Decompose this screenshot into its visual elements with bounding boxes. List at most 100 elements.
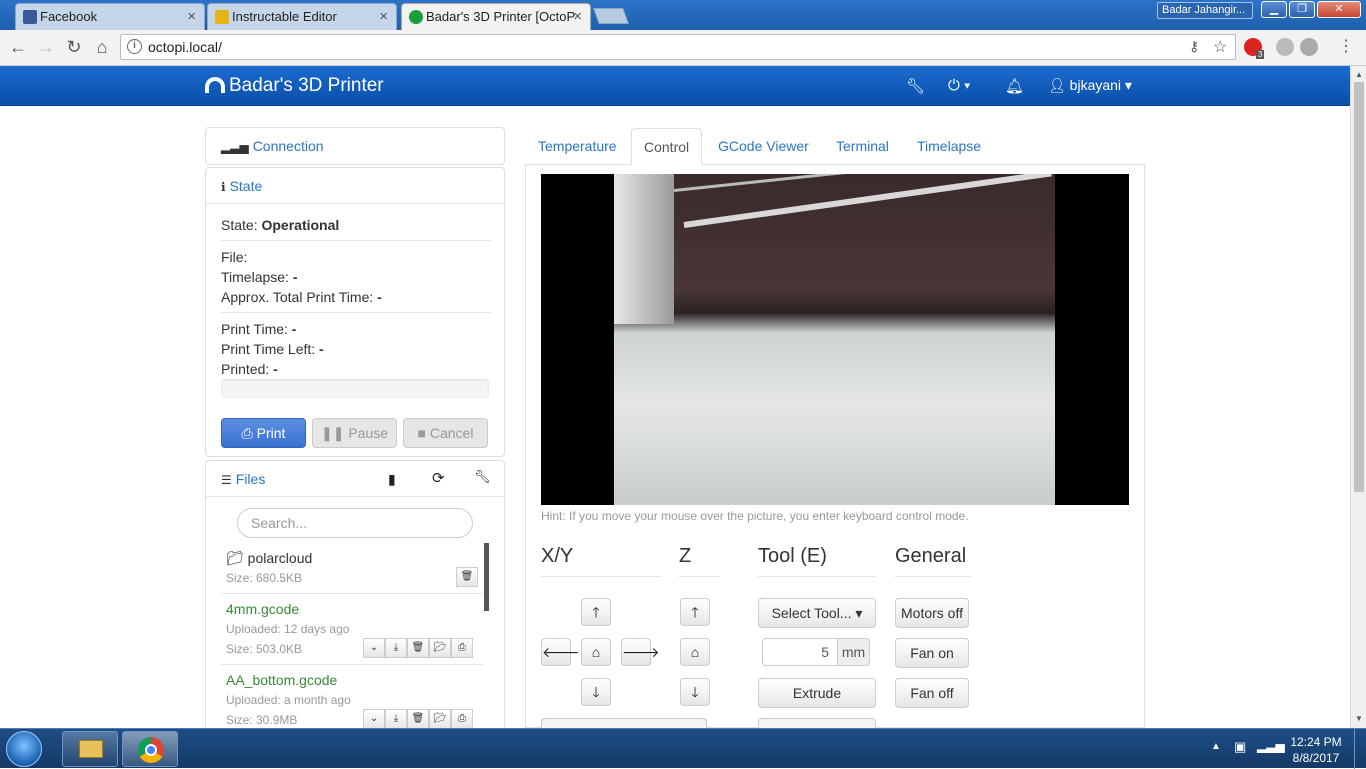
settings-wrench-icon[interactable]: 🔧︎ <box>906 77 925 95</box>
system-clock[interactable]: 12:24 PM 8/8/2017 <box>1284 734 1348 766</box>
file-search-input[interactable]: Search... <box>237 508 473 538</box>
load-icon[interactable]: 📂︎ <box>429 638 451 658</box>
browser-tab-instructables[interactable]: Instructable Editor × <box>207 3 397 30</box>
printed-value: - <box>273 361 278 377</box>
file-name[interactable]: AA_bottom.gcode <box>226 672 337 688</box>
home-z-button[interactable]: ⌂ <box>680 638 710 666</box>
jog-z-plus-button[interactable]: 🡑 <box>680 598 710 626</box>
load-icon[interactable]: 📂︎ <box>429 709 451 728</box>
network-device-icon[interactable]: ▣ <box>1234 739 1246 755</box>
print-icon[interactable]: ⎙ <box>451 638 473 658</box>
tab-temperature[interactable]: Temperature <box>526 128 629 165</box>
cancel-button[interactable]: ■ Cancel <box>403 418 488 448</box>
download-icon[interactable]: ⤓ <box>385 709 407 728</box>
jog-y-plus-button[interactable]: 🡑 <box>581 598 611 626</box>
bookmark-star-icon[interactable]: ☆ <box>1213 37 1227 57</box>
tab-control[interactable]: Control <box>631 128 703 165</box>
back-icon[interactable]: ← <box>6 36 30 58</box>
close-tab-icon[interactable]: × <box>573 8 582 25</box>
fan-on-button[interactable]: Fan on <box>895 638 969 668</box>
profile-button[interactable]: Badar Jahangir... <box>1157 2 1253 19</box>
connection-header[interactable]: ▂▃▅ Connection <box>206 128 504 164</box>
print-button[interactable]: ⎙ Print <box>221 418 306 448</box>
maximize-button[interactable]: ❐ <box>1289 1 1315 18</box>
chrome-button[interactable] <box>122 731 178 767</box>
jog-y-minus-button[interactable]: 🡓 <box>581 678 611 706</box>
delete-icon[interactable]: 🗑︎ <box>407 709 429 728</box>
folder-name[interactable]: 📁︎ polarcloud <box>226 550 312 567</box>
show-hidden-icons[interactable]: ▲ <box>1211 741 1221 752</box>
info-circle-icon: ℹ <box>221 180 226 194</box>
extrude-amount-input[interactable]: 5 <box>762 638 838 666</box>
motors-off-button[interactable]: Motors off <box>895 598 969 628</box>
start-button[interactable] <box>6 731 42 767</box>
minimize-button[interactable]: ▁ <box>1261 1 1287 18</box>
scroll-up-icon[interactable]: ▲ <box>1355 70 1363 79</box>
reload-icon[interactable]: ↻ <box>62 36 86 58</box>
delete-icon[interactable]: 🗑︎ <box>456 567 478 587</box>
wrench-icon[interactable]: 🔧︎ <box>474 469 491 485</box>
section-general: General <box>895 545 971 577</box>
home-xy-button[interactable]: ⌂ <box>581 638 611 666</box>
extension-icon[interactable] <box>1300 38 1318 56</box>
tab-terminal[interactable]: Terminal <box>824 128 901 165</box>
chevron-down-icon[interactable]: ⌄ <box>363 638 385 658</box>
time-left-value: - <box>319 341 324 357</box>
wifi-signal-icon[interactable]: ▂▃▅ <box>1257 739 1285 753</box>
scroll-down-icon[interactable]: ▼ <box>1355 714 1363 723</box>
page-scrollbar[interactable]: ▲ ▼ <box>1350 66 1366 728</box>
retract-button[interactable] <box>758 718 876 728</box>
extrude-unit: mm <box>837 638 870 666</box>
file-size: Size: 30.9MB <box>226 713 298 727</box>
close-tab-icon[interactable]: × <box>379 8 388 25</box>
brand[interactable]: Badar's 3D Printer <box>205 75 384 97</box>
approx-time-value: - <box>377 289 382 305</box>
new-folder-icon[interactable]: ▮ <box>388 471 396 488</box>
address-bar[interactable]: i octopi.local/ ⚷ ☆ <box>120 34 1236 60</box>
browser-tab-strip: Facebook × Instructable Editor × Badar's… <box>0 0 1366 30</box>
close-tab-icon[interactable]: × <box>187 8 196 25</box>
chevron-down-icon[interactable]: ⌄ <box>363 709 385 728</box>
files-header[interactable]: ☰ Files ▮ ⟳ 🔧︎ <box>206 461 504 497</box>
folder-icon <box>79 740 103 758</box>
state-header[interactable]: ℹ State <box>206 168 504 204</box>
divider <box>221 664 483 665</box>
jog-z-minus-button[interactable]: 🡓 <box>680 678 710 706</box>
forward-icon[interactable]: → <box>34 36 58 58</box>
bell-icon[interactable]: 🔔︎ <box>1005 77 1024 95</box>
jog-distance-buttons[interactable] <box>541 718 707 728</box>
select-tool-dropdown[interactable]: Select Tool... ▾ <box>758 598 876 628</box>
home-icon[interactable]: ⌂ <box>90 36 114 58</box>
close-window-button[interactable]: ✕ <box>1317 1 1361 18</box>
signal-icon: ▂▃▅ <box>221 140 249 154</box>
file-name[interactable]: 4mm.gcode <box>226 601 299 617</box>
tab-gcode-viewer[interactable]: GCode Viewer <box>706 128 821 165</box>
windows-taskbar: ▲ ▣ ▂▃▅ 12:24 PM 8/8/2017 <box>0 728 1366 769</box>
tab-timelapse[interactable]: Timelapse <box>905 128 993 165</box>
refresh-icon[interactable]: ⟳ <box>432 469 445 487</box>
key-icon[interactable]: ⚷ <box>1189 38 1199 55</box>
menu-icon[interactable]: ⋮ <box>1334 36 1358 58</box>
webcam-hint: Hint: If you move your mouse over the pi… <box>541 509 969 523</box>
extrude-button[interactable]: Extrude <box>758 678 876 708</box>
scrollbar-thumb[interactable] <box>1354 82 1364 492</box>
power-icon[interactable]: ⏻ ▾ <box>948 77 970 94</box>
print-icon[interactable]: ⎙ <box>451 709 473 728</box>
jog-x-plus-button[interactable]: 🡒 <box>621 638 660 666</box>
download-icon[interactable]: ⤓ <box>385 638 407 658</box>
browser-tab-octoprint[interactable]: Badar's 3D Printer [OctoP × <box>401 3 591 30</box>
webcam-stream[interactable] <box>541 174 1129 505</box>
files-title: Files <box>235 471 266 487</box>
extension-icon[interactable] <box>1276 38 1294 56</box>
new-tab-button[interactable] <box>593 8 629 24</box>
pause-button[interactable]: ❚❚ Pause <box>312 418 397 448</box>
browser-tab-facebook[interactable]: Facebook × <box>15 3 205 30</box>
show-desktop-button[interactable] <box>1354 729 1366 769</box>
info-icon[interactable]: i <box>127 39 142 54</box>
user-menu[interactable]: 👤︎ bjkayani ▾ <box>1048 77 1132 94</box>
fan-off-button[interactable]: Fan off <box>895 678 969 708</box>
file-list-scrollbar[interactable] <box>484 543 489 611</box>
jog-x-minus-button[interactable]: 🡐 <box>541 638 580 666</box>
file-explorer-button[interactable] <box>62 731 118 767</box>
delete-icon[interactable]: 🗑︎ <box>407 638 429 658</box>
